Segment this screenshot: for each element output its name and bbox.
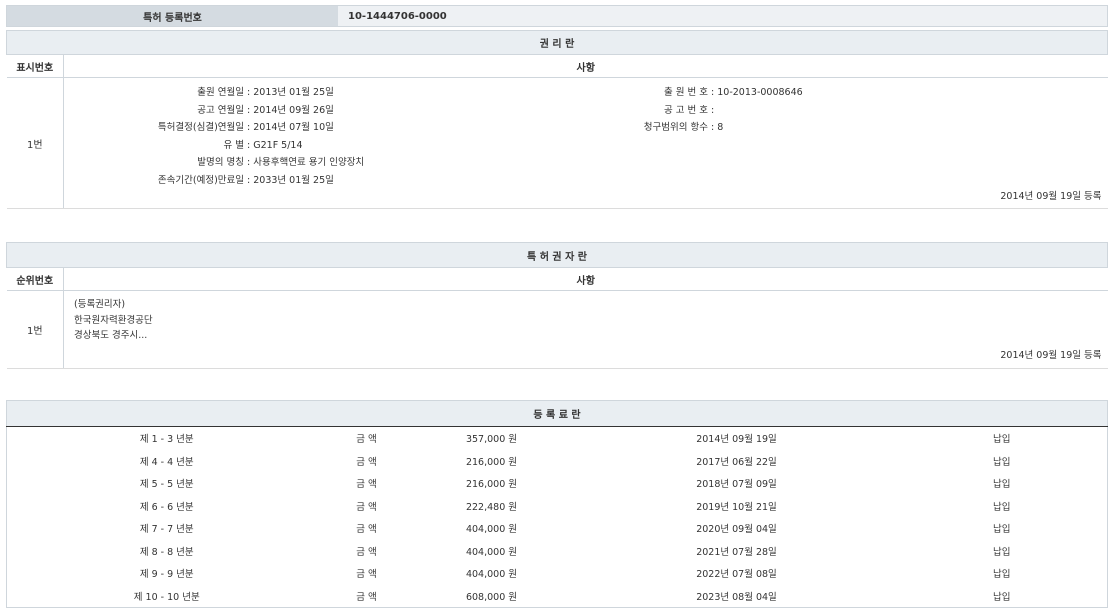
holder-address: 경상북도 경주시... — [74, 328, 153, 344]
field-publication-number: 공 고 번 호 : — [504, 102, 803, 120]
field-classification: 유 별 : G21F 5/14 — [64, 137, 364, 155]
rights-right-fields: 출 원 번 호 : 10-2013-0008646 공 고 번 호 : 청구범위… — [504, 84, 803, 137]
rights-col-item-header: 사항 — [64, 55, 1108, 78]
fee-section-title: 등 록 료 란 — [7, 401, 1108, 427]
rights-section-title: 권 리 란 — [7, 31, 1108, 55]
rights-left-fields: 출원 연월일 : 2013년 01월 25일 공고 연월일 : 2014년 09… — [64, 84, 364, 189]
field-expiry-date: 존속기간(예정)만료일 : 2033년 01월 25일 — [64, 172, 364, 190]
fee-row: 제 6 - 6 년분금 액222,480 원2019년 10월 21일납입 — [7, 495, 1108, 518]
holder-name: 한국원자력환경공단 — [74, 313, 153, 329]
rights-registration-stamp: 2014년 09월 19일 등록 — [1000, 188, 1101, 202]
field-publication-date: 공고 연월일 : 2014년 09월 26일 — [64, 102, 364, 120]
rights-row-number: 1번 — [7, 78, 64, 209]
holder-row-number: 1번 — [7, 291, 64, 369]
holder-registration-stamp: 2014년 09월 19일 등록 — [1000, 347, 1101, 361]
field-claim-count: 청구범위의 항수 : 8 — [504, 119, 803, 137]
field-application-date: 출원 연월일 : 2013년 01월 25일 — [64, 84, 364, 102]
fee-row: 제 5 - 5 년분금 액216,000 원2018년 07월 09일납입 — [7, 472, 1108, 495]
rights-col-number-header: 표시번호 — [7, 55, 64, 78]
holder-details: (등록권리자) 한국원자력환경공단 경상북도 경주시... 2014년 09월 … — [64, 291, 1108, 368]
fee-row: 제 4 - 4 년분금 액216,000 원2017년 06월 22일납입 — [7, 450, 1108, 473]
holder-col-item-header: 사항 — [64, 268, 1108, 291]
holder-section: 특 허 권 자 란 순위번호 사항 1번 (등록권리자) 한국원자력환경공단 경… — [6, 242, 1108, 369]
holder-col-number-header: 순위번호 — [7, 268, 64, 291]
holder-section-title: 특 허 권 자 란 — [7, 243, 1108, 268]
rights-details: 출원 연월일 : 2013년 01월 25일 공고 연월일 : 2014년 09… — [64, 78, 1108, 208]
fee-row: 제 10 - 10 년분금 액608,000 원2023년 08월 04일납입 — [7, 585, 1108, 608]
rights-section: 권 리 란 표시번호 사항 1번 출원 연월일 : 2013년 01월 25일 … — [6, 30, 1108, 209]
field-decision-date: 특허결정(심결)연월일 : 2014년 07월 10일 — [64, 119, 364, 137]
field-application-number: 출 원 번 호 : 10-2013-0008646 — [504, 84, 803, 102]
fee-row: 제 1 - 3 년분금 액357,000 원2014년 09월 19일납입 — [7, 427, 1108, 450]
holder-role: (등록권리자) — [74, 297, 153, 313]
fee-section: 등 록 료 란 제 1 - 3 년분금 액357,000 원2014년 09월 … — [6, 400, 1108, 608]
registration-number-value: 10-1444706-0000 — [338, 6, 1108, 27]
fee-row: 제 9 - 9 년분금 액404,000 원2022년 07월 08일납입 — [7, 562, 1108, 585]
fee-row: 제 8 - 8 년분금 액404,000 원2021년 07월 28일납입 — [7, 540, 1108, 563]
registration-number-table: 특허 등록번호 10-1444706-0000 — [6, 5, 1108, 27]
field-invention-title: 발명의 명칭 : 사용후핵연료 용기 인양장치 — [64, 154, 364, 172]
fee-row: 제 7 - 7 년분금 액404,000 원2020년 09월 04일납입 — [7, 517, 1108, 540]
registration-number-label: 특허 등록번호 — [7, 6, 339, 27]
